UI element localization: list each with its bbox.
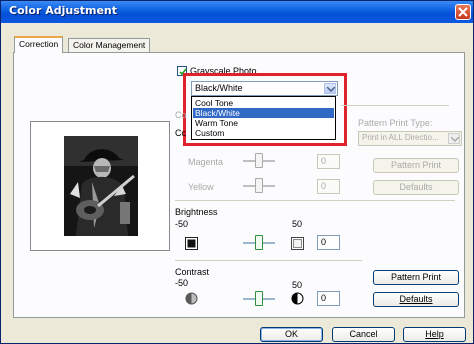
magenta-slider-thumb[interactable] (255, 153, 263, 168)
brightness-min-label: -50 (175, 219, 189, 229)
tab-color-management[interactable]: Color Management (68, 38, 151, 52)
brightness-value[interactable]: 0 (317, 235, 340, 250)
brightness-label: Brightness (175, 207, 218, 217)
contrast-low-icon (185, 292, 198, 305)
group-divider (341, 105, 449, 106)
help-button[interactable]: Help (403, 327, 466, 342)
contrast-slider[interactable] (243, 291, 275, 306)
contrast-min-label: -50 (175, 278, 189, 288)
close-icon (458, 7, 468, 17)
brightness-slider-thumb[interactable] (255, 235, 263, 250)
chevron-down-icon (451, 137, 459, 142)
preview-photo (64, 136, 138, 236)
pattern-print-type-value: Print in ALL Directio... (362, 133, 439, 142)
ok-button[interactable]: OK (260, 327, 323, 342)
pattern-print-type-select[interactable]: Print in ALL Directio... (358, 131, 462, 146)
magenta-label: Magenta (188, 157, 224, 167)
brightness-slider[interactable] (243, 235, 275, 250)
window-title: Color Adjustment (9, 4, 118, 17)
highlight-box (183, 73, 347, 146)
defaults-button[interactable]: Defaults (373, 292, 459, 307)
defaults-button-label: Defaults (399, 294, 433, 304)
title-bar[interactable]: Color Adjustment (1, 1, 473, 23)
color-adjust-label-partial: Co (175, 110, 187, 120)
brightness-high-icon (291, 237, 304, 250)
yellow-slider[interactable] (243, 178, 275, 193)
pattern-type-dropdown-button[interactable] (448, 133, 460, 144)
color-adjustment-dialog: Color Adjustment Correction Color Manage… (0, 0, 474, 344)
magenta-slider[interactable] (243, 153, 275, 168)
yellow-value[interactable]: 0 (317, 179, 340, 194)
contrast-max-label: 50 (292, 280, 303, 290)
tab-correction[interactable]: Correction (14, 36, 64, 53)
magenta-value[interactable]: 0 (317, 154, 340, 169)
left-label-partial: Cc (175, 128, 186, 138)
contrast-slider-thumb[interactable] (255, 291, 263, 306)
defaults-disabled-button[interactable]: Defaults (373, 180, 459, 195)
close-button[interactable] (455, 4, 471, 20)
preview-frame (30, 121, 170, 251)
cancel-button[interactable]: Cancel (332, 327, 395, 342)
brightness-low-icon (185, 237, 198, 250)
yellow-slider-thumb[interactable] (255, 178, 263, 193)
brightness-divider (175, 200, 455, 201)
contrast-high-icon (291, 292, 304, 305)
yellow-label: Yellow (188, 182, 214, 192)
help-button-label: Help (425, 329, 444, 339)
contrast-value[interactable]: 0 (317, 291, 340, 306)
brightness-max-label: 50 (292, 219, 303, 229)
pattern-print-button[interactable]: Pattern Print (373, 270, 459, 285)
contrast-label: Contrast (175, 267, 210, 277)
contrast-divider (175, 260, 362, 261)
pattern-print-disabled-button[interactable]: Pattern Print (373, 158, 459, 173)
pattern-print-type-label: Pattern Print Type: (358, 118, 433, 128)
